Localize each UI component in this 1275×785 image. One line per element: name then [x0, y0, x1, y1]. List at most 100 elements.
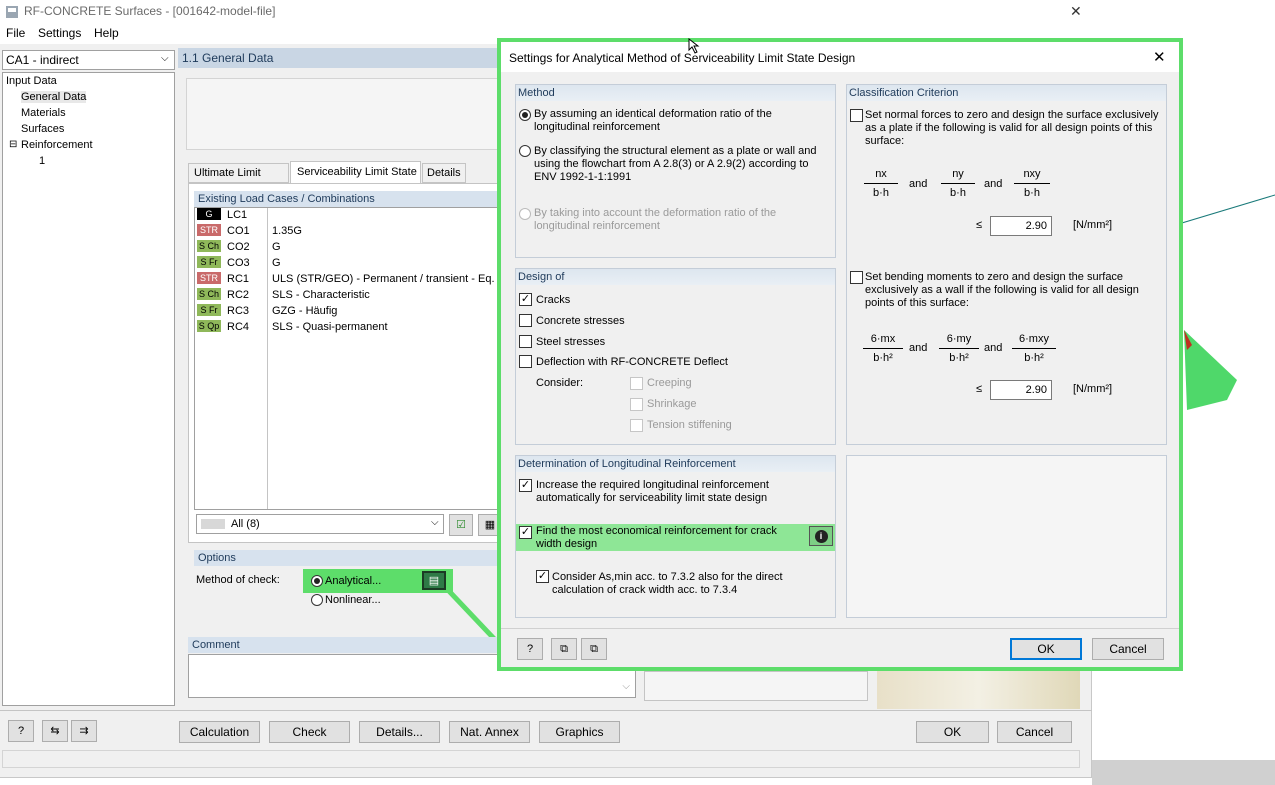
tree-item-materials[interactable]: Materials — [21, 107, 66, 119]
load-case-row[interactable]: G LC1 — [197, 208, 502, 224]
close-icon[interactable]: ✕ — [1153, 48, 1166, 66]
method-opt1-radio[interactable] — [519, 109, 531, 121]
and-label: and — [909, 178, 928, 190]
tree-root[interactable]: Input Data — [6, 75, 57, 87]
load-case-row[interactable]: S Fr RC3 GZG - Häufig — [197, 304, 502, 320]
load-case-id: LC1 — [227, 209, 248, 221]
settings-dialog: Settings for Analytical Method of Servic… — [497, 38, 1183, 671]
load-case-row[interactable]: S Ch CO2 G — [197, 240, 502, 256]
import-icon[interactable]: ⇆ — [42, 720, 68, 742]
consider-label: Consider: — [536, 377, 584, 389]
leq-label: ≤ — [976, 383, 983, 395]
select-all-icon[interactable]: ☑ — [449, 514, 473, 536]
tree-item-reinforcement-1[interactable]: 1 — [39, 155, 45, 167]
load-case-id: RC1 — [227, 273, 250, 285]
load-case-badge: STR — [197, 272, 221, 285]
case-selector[interactable]: CA1 - indirect ⌵ — [2, 50, 175, 70]
help-icon[interactable]: ? — [517, 638, 543, 660]
tree-item-general-data[interactable]: General Data — [21, 91, 87, 103]
plate-unit: [N/mm²] — [1073, 219, 1113, 231]
wall-checkbox[interactable] — [850, 271, 863, 284]
menu-file[interactable]: File — [6, 26, 25, 40]
shrinkage-checkbox — [630, 398, 643, 411]
creeping-checkbox — [630, 377, 643, 390]
info-icon[interactable]: i — [809, 526, 833, 546]
load-default-icon[interactable]: ⧉ — [551, 638, 577, 660]
tree-item-surfaces[interactable]: Surfaces — [21, 123, 64, 135]
consider-as-checkbox[interactable]: ✓ — [536, 570, 549, 583]
app-icon — [6, 6, 18, 18]
ok-button[interactable]: OK — [916, 721, 989, 743]
chevron-down-icon: ⌵ — [431, 517, 439, 528]
fraction-nx: nx b·h — [864, 168, 898, 199]
method-analytical-radio[interactable] — [311, 575, 323, 587]
load-case-row[interactable]: S Fr CO3 G — [197, 256, 502, 272]
load-case-badge: S Fr — [197, 304, 221, 317]
economical-checkbox[interactable]: ✓ — [519, 526, 532, 539]
navigator-tree: Input Data General Data Materials Surfac… — [2, 72, 175, 706]
concrete-stresses-checkbox[interactable] — [519, 314, 532, 327]
load-case-row[interactable]: STR CO1 1.35G — [197, 224, 502, 240]
cancel-button[interactable]: Cancel — [997, 721, 1072, 743]
tab-serviceability-limit-state[interactable]: Serviceability Limit State — [290, 161, 421, 183]
preview-panel — [644, 671, 868, 701]
filter-value: All (8) — [231, 518, 260, 530]
dialog-title: Settings for Analytical Method of Servic… — [509, 51, 856, 65]
steel-stresses-label: Steel stresses — [536, 336, 606, 348]
economical-label: Find the most economical reinforcement f… — [536, 525, 777, 550]
collapse-icon[interactable]: ⊟ — [9, 139, 17, 150]
menu-settings[interactable]: Settings — [38, 26, 81, 40]
method-group: Method By assuming an identical deformat… — [515, 84, 836, 258]
tree-item-reinforcement[interactable]: Reinforcement — [21, 139, 93, 151]
load-case-row[interactable]: S Ch RC2 SLS - Characteristic — [197, 288, 502, 304]
dialog-cancel-button[interactable]: Cancel — [1092, 638, 1164, 660]
plate-checkbox[interactable] — [850, 109, 863, 122]
export-icon[interactable]: ⇉ — [71, 720, 97, 742]
filter-select[interactable]: All (8) ⌵ — [196, 514, 444, 534]
calculation-button[interactable]: Calculation — [179, 721, 260, 743]
load-cases-header: Existing Load Cases / Combinations — [194, 191, 506, 207]
shrinkage-label: Shrinkage — [647, 398, 697, 410]
load-case-badge: STR — [197, 224, 221, 237]
wall-value-input[interactable]: 2.90 — [990, 380, 1052, 400]
load-case-description: G — [272, 257, 281, 269]
steel-stresses-checkbox[interactable] — [519, 335, 532, 348]
close-icon[interactable]: ✕ — [1070, 3, 1082, 20]
fraction-ny: ny b·h — [941, 168, 975, 199]
method-analytical-label: Analytical... — [325, 575, 382, 587]
load-case-id: CO3 — [227, 257, 250, 269]
details-button[interactable]: Details... — [359, 721, 440, 743]
comment-header: Comment — [188, 637, 508, 653]
deflection-checkbox[interactable] — [519, 355, 532, 368]
analytical-settings-icon[interactable]: ▤ — [422, 571, 446, 590]
load-case-badge: S Qp — [197, 320, 221, 333]
leq-label: ≤ — [976, 219, 983, 231]
method-opt2-radio[interactable] — [519, 145, 531, 157]
chevron-down-icon: ⌵ — [622, 681, 630, 692]
nat-annex-button[interactable]: Nat. Annex — [449, 721, 530, 743]
load-case-badge: S Fr — [197, 256, 221, 269]
check-button[interactable]: Check — [269, 721, 350, 743]
dialog-ok-button[interactable]: OK — [1010, 638, 1082, 660]
design-of-header: Design of — [516, 269, 835, 285]
load-case-row[interactable]: STR RC1 ULS (STR/GEO) - Permanent / transi… — [197, 272, 502, 288]
load-case-description: GZG - Häufig — [272, 305, 338, 317]
method-nonlinear-radio[interactable] — [311, 594, 323, 606]
load-case-badge: G — [197, 208, 221, 221]
concrete-stresses-label: Concrete stresses — [536, 315, 625, 327]
save-default-icon[interactable]: ⧉ — [581, 638, 607, 660]
plate-value-input[interactable]: 2.90 — [990, 216, 1052, 236]
plate-text: Set normal forces to zero and design the… — [865, 109, 1159, 147]
and-label: and — [984, 178, 1003, 190]
load-case-description: 1.35G — [272, 225, 302, 237]
help-icon[interactable]: ? — [8, 720, 34, 742]
cracks-checkbox[interactable]: ✓ — [519, 293, 532, 306]
tab-details[interactable]: Details — [422, 163, 466, 183]
load-case-row[interactable]: S Qp RC4 SLS - Quasi-permanent — [197, 320, 502, 336]
graphics-button[interactable]: Graphics — [539, 721, 620, 743]
load-case-description: SLS - Characteristic — [272, 289, 370, 301]
increase-checkbox[interactable]: ✓ — [519, 479, 532, 492]
title-bar: RF-CONCRETE Surfaces - [001642-model-fil… — [0, 0, 1092, 24]
tab-ultimate-limit-state[interactable]: Ultimate Limit State — [188, 163, 289, 197]
menu-help[interactable]: Help — [94, 26, 119, 40]
